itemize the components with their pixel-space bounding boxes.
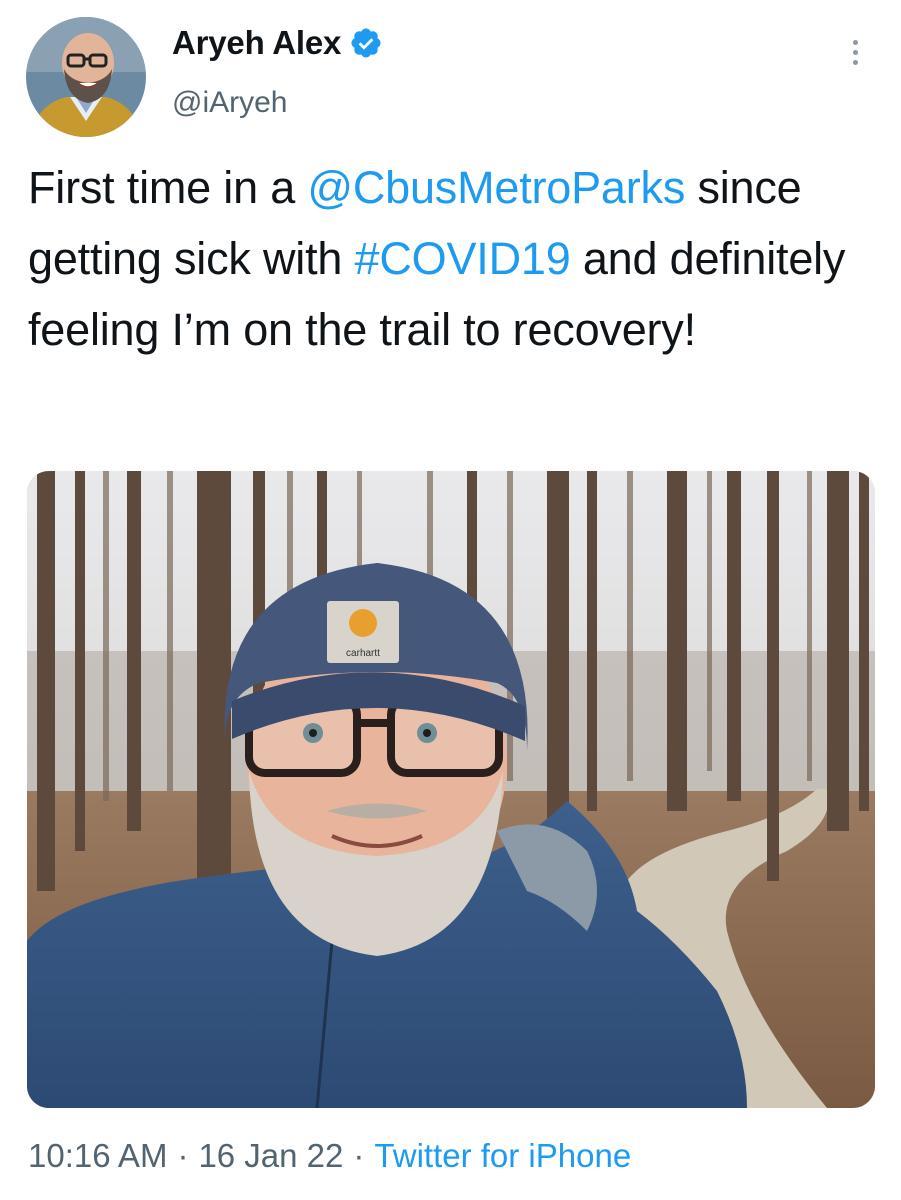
- meta-separator: ·: [353, 1137, 365, 1174]
- tweet-card: Aryeh Alex @iAryeh First time in a @Cbus…: [0, 0, 901, 1200]
- tweet-source-link[interactable]: Twitter for iPhone: [374, 1137, 631, 1174]
- more-dot: [852, 59, 858, 65]
- author-display-name[interactable]: Aryeh Alex: [172, 24, 341, 62]
- tweet-date[interactable]: 16 Jan 22: [198, 1137, 343, 1174]
- author-avatar[interactable]: [26, 17, 146, 137]
- tweet-text-part: First time in a: [28, 162, 308, 213]
- tweet-photo[interactable]: carhartt: [27, 471, 875, 1108]
- meta-separator: ·: [177, 1137, 189, 1174]
- mention-link[interactable]: @CbusMetroParks: [307, 162, 685, 213]
- verified-badge-icon: [351, 28, 381, 58]
- more-options-icon[interactable]: [838, 30, 872, 74]
- tweet-meta: 10:16 AM · 16 Jan 22 · Twitter for iPhone: [28, 1137, 631, 1175]
- beanie-label: carhartt: [346, 648, 380, 659]
- author-handle[interactable]: @iAryeh: [172, 86, 288, 120]
- more-dot: [852, 49, 858, 55]
- author-name-row: Aryeh Alex: [172, 24, 383, 62]
- tweet-time[interactable]: 10:16 AM: [28, 1137, 167, 1174]
- tweet-text: First time in a @CbusMetroParks since ge…: [28, 152, 878, 365]
- more-dot: [852, 39, 858, 45]
- hashtag-link[interactable]: #COVID19: [355, 233, 571, 284]
